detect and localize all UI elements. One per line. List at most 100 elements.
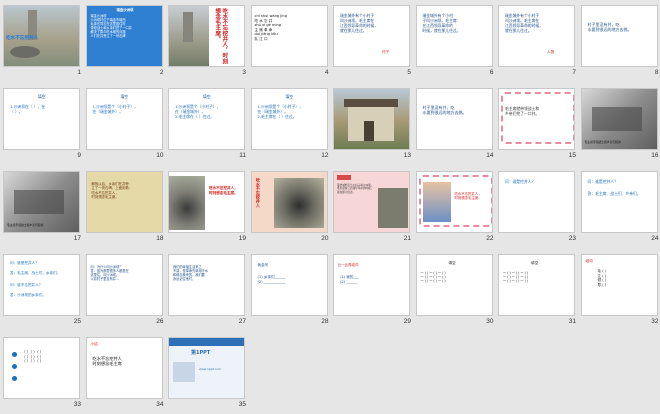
slide-thumbnail[interactable]: 填空 1.沙洲坝是个（小村子）， 在（瑞金城外）。 2.毛主席在（ ）住过。: [168, 88, 245, 150]
well: [10, 46, 40, 58]
slide-thumbnail[interactable]: [333, 88, 410, 150]
slide-text: 瑞金城外有个小村子 叫沙洲坝。毛主席在 江西领导革命的时候， 就在那儿住过。: [340, 13, 378, 33]
slide-thumbnail-cell[interactable]: 瑞金沙洲坝 瑞金沙洲坝 沙洲坝村位于瑞金市城西 毛泽东同志在这里居住时 带领战士和…: [83, 2, 165, 82]
slide-thumbnail-cell[interactable]: 解放以后，乡亲们在井旁 立了一块石碑，上面刻着： 吃水不忘挖井人， 时刻想念毛主…: [83, 168, 165, 248]
slide-thumbnail-cell[interactable]: 填空 1.沙洲坝是个（小村子）， 在（瑞金城外）。 2.毛主席在（ ）住过。 11: [165, 85, 247, 165]
slide-thumbnail[interactable]: 填空 1.沙洲坝是个（小村子）， 在（瑞金城外）。: [85, 88, 163, 150]
slide-thumbnail-cell[interactable]: 问：谁是挖井人？ 答：毛主席、战士们、乡亲们。 24: [578, 168, 660, 248]
slide-thumbnail[interactable]: 填空一 ( ) 一 ( ) 一 ( ) 一 ( ) 一 ( ) 一 ( ) 一 …: [415, 254, 493, 316]
slide-thumbnail[interactable]: 我们的幸福生活来之 不易，是革命先辈用汗水 和鲜血换来的，我们要 永远记住他们。: [168, 254, 245, 316]
slide-thumbnail-cell[interactable]: 小结 吃水不忘挖井人 时刻想念毛主席 34: [83, 334, 165, 414]
slide-thumbnail-cell[interactable]: 吃水不忘挖井人 1: [0, 2, 82, 82]
slide-thumbnail[interactable]: 毛主席带领战士和乡亲们挖井: [580, 88, 658, 150]
slide-thumbnail[interactable]: chī shuǐ wàng jǐng 吃 水 忘 井 zhǔ xí gé mìn…: [250, 5, 328, 67]
slide-thumbnail-cell[interactable]: 第1PPT www.1ppt.com 35: [165, 334, 247, 414]
slide-thumbnail-cell[interactable]: 吃水不忘挖井人，时刻想念毛主席。 3: [165, 2, 247, 82]
slide-thumbnail[interactable]: 瑞金沙洲坝 瑞金沙洲坝 沙洲坝村位于瑞金市城西 毛泽东同志在这里居住时 带领战士和…: [85, 5, 163, 67]
slide-thumbnail-cell[interactable]: 毛主席就带领战士和 乡亲们挖了一口井。 15: [495, 85, 577, 165]
slide-text: 一 ( ) 一 ( ) 一 ( ) 一 ( ) 一 ( ) 一 ( ) 一 ( …: [420, 271, 446, 284]
slide-thumbnail[interactable]: 瑞金城外有个小村 子叫沙洲坝。毛主席 在江西领导革命的 时候，就在那儿住过。: [415, 5, 493, 67]
slide-thumbnail[interactable]: 瑞金城外有个小村子 叫沙洲坝。毛主席在 江西领导革命的时候， 就在那儿住过。 村子: [333, 5, 410, 67]
slide-thumbnail[interactable]: 吃水不忘挖井人， 时刻想念毛主席。: [415, 171, 493, 233]
slide-text: 吃水不忘挖井人: [255, 178, 261, 208]
slide-thumbnail-cell[interactable]: chī shuǐ wàng jǐng 吃 水 忘 井 zhǔ xí gé mìn…: [248, 2, 330, 82]
slide-thumbnail[interactable]: 瑞金城外有个小村子 叫沙洲坝。毛主席在 江西领导革命的时候， 就在那儿住过。 人物: [498, 5, 575, 67]
slide-thumbnail-cell[interactable]: 毛主席带领战士和乡亲们挖井 16: [578, 85, 660, 165]
slide-number: 11: [239, 152, 246, 159]
slide-thumbnail-cell[interactable]: 吃水不忘挖井人， 时刻想念毛主席。 19: [165, 168, 247, 248]
slide-thumbnail-cell[interactable]: 瑞金城外有个小村子 叫沙洲坝。毛主席在 江西领导革命的时候， 就在那儿住过。 村子…: [330, 2, 412, 82]
slide-thumbnail[interactable]: 组词毛 ( ) 江 ( ) 领 ( ) 导 ( ): [580, 254, 658, 316]
slide-thumbnail[interactable]: 吃水不忘挖井人，时刻想念毛主席。: [168, 5, 245, 67]
slide-thumbnail[interactable]: 第1PPT www.1ppt.com: [168, 337, 245, 399]
slide-text: 村子里没有井，吃 水要到很远的地方去挑。: [587, 22, 632, 33]
slide-thumbnail-cell[interactable]: 填空一 ( ) 一 ( ) 一 ( ) 一 ( ) 一 ( ) 一 ( ) 一 …: [495, 251, 577, 331]
slide-thumbnail[interactable]: 吃水不忘挖井人: [250, 171, 328, 233]
slide-thumbnail[interactable]: 问：谁是挖井人？ 答：毛主席、战士们、乡亲们。 问：谁不忘挖井人？ 答：沙洲坝的乡亲们…: [3, 254, 80, 316]
slide-number: 8: [654, 69, 659, 76]
slide-thumbnail[interactable]: 问：为什么叫沙洲坝？ 答：因为那里很多人都是在 这里住，叫沙洲坝。 以前村子里没…: [85, 254, 163, 316]
slide-text: 问：谁不忘挖井人？: [10, 283, 43, 287]
slide-thumbnail-cell[interactable]: 村子里没有井，吃 水要到很远的地方去挑。 8: [578, 2, 660, 82]
slide-thumbnail-cell[interactable]: 填空 1.沙洲坝在（ ），在 （ ）。 9: [0, 85, 82, 165]
slide-thumbnail[interactable]: 问：谁是挖井人？: [498, 171, 575, 233]
slide-thumbnail[interactable]: 比一比再组词 (1) 我的___ (2) ______: [333, 254, 410, 316]
slide-thumbnail-cell[interactable]: 比一比再组词 (1) 我的___ (2) ______ 29: [330, 251, 412, 331]
slide-text: 1.沙洲坝是个（小村子）， 在（瑞金城外）。 2.毛主席在（ ）住过。: [257, 104, 303, 119]
slide-thumbnail[interactable]: 解放以后，乡亲们在井旁 立了一块石碑，上面刻着： 吃水不忘挖井人， 时刻想念毛主…: [85, 171, 163, 233]
slide-thumbnail-cell[interactable]: 问：谁是挖井人？ 23: [495, 168, 577, 248]
slide-thumbnail[interactable]: （ ）（ ）（ ） （ ）（ ）（ ） （ ）（ ）（ ）: [3, 337, 80, 399]
slide-number: 4: [324, 69, 329, 76]
slide-thumbnail-cell[interactable]: 瑞金城外有个小村子叫沙洲坝。 毛主席在江西领导革命的时候， 就在那儿住过。 21: [330, 168, 412, 248]
stone-tablet: [183, 12, 193, 42]
slide-thumbnail-cell[interactable]: 13: [330, 85, 412, 165]
slide-thumbnail-cell[interactable]: 填空 1.沙洲坝是个（小村子）， 在（瑞金城外）。 2.毛主席在（ ）住过。 12: [248, 85, 330, 165]
slide-thumbnail[interactable]: 小结 吃水不忘挖井人 时刻想念毛主席: [85, 337, 163, 399]
slide-text: 问：谁是挖井人？: [505, 179, 536, 184]
slide-thumbnail[interactable]: 吃水不忘挖井人， 时刻想念毛主席。: [168, 171, 245, 233]
slide-thumbnail[interactable]: 村子里没有井，吃 水要到很远的地方去挑。: [580, 5, 658, 67]
slide-thumbnail-cell[interactable]: 填空一 ( ) 一 ( ) 一 ( ) 一 ( ) 一 ( ) 一 ( ) 一 …: [413, 251, 495, 331]
bullet-icon: [12, 376, 17, 381]
slide-thumbnail[interactable]: 村子里没有井，吃 水要到很远的地方去挑。: [415, 88, 493, 150]
slide-text: 第1PPT: [191, 350, 211, 356]
slide-thumbnail-cell[interactable]: 我们的幸福生活来之 不易，是革命先辈用汗水 和鲜血换来的，我们要 永远记住他们。…: [165, 251, 247, 331]
slide-text: 村子里没有井，吃 水要到很远的地方去挑。: [422, 105, 467, 116]
slide-text: 吃水不忘挖井人， 时刻想念毛主席。: [209, 186, 238, 195]
bullet-icon: [12, 364, 17, 369]
slide-text: 瑞金城外有个小村 子叫沙洲坝。毛主席 在江西领导革命的 时候，就在那儿住过。: [422, 13, 461, 33]
tag: [337, 175, 351, 180]
kids-image: [422, 182, 451, 222]
slide-thumbnail[interactable]: 我会写 (1) 乡亲们______ (2) ____________: [250, 254, 328, 316]
slide-number: 12: [321, 152, 329, 159]
banner: [169, 338, 244, 346]
slide-thumbnail-cell[interactable]: 我会写 (1) 乡亲们______ (2) ____________ 28: [248, 251, 330, 331]
slide-thumbnail[interactable]: 瑞金城外有个小村子叫沙洲坝。 毛主席在江西领导革命的时候， 就在那儿住过。: [333, 171, 410, 233]
slide-text: 填空: [120, 94, 129, 99]
slide-thumbnail-cell[interactable]: 村子里没有井，吃 水要到很远的地方去挑。 14: [413, 85, 495, 165]
slide-thumbnail-cell[interactable]: 问：为什么叫沙洲坝？ 答：因为那里很多人都是在 这里住，叫沙洲坝。 以前村子里没…: [83, 251, 165, 331]
slide-text: 我们的幸福生活来之 不易，是革命先辈用汗水 和鲜血换来的，我们要 永远记住他们。: [173, 265, 209, 282]
slide-thumbnail[interactable]: 填空 1.沙洲坝在（ ），在 （ ）。: [3, 88, 80, 150]
slide-thumbnail-cell[interactable]: 吃水不忘挖井人， 时刻想念毛主席。 22: [413, 168, 495, 248]
slide-thumbnail[interactable]: 填空 1.沙洲坝是个（小村子）， 在（瑞金城外）。 2.毛主席在（ ）住过。: [250, 88, 328, 150]
slide-thumbnail[interactable]: 填空一 ( ) 一 ( ) 一 ( ) 一 ( ) 一 ( ) 一 ( ) 一 …: [498, 254, 575, 316]
slide-thumbnail-cell[interactable]: 问：谁是挖井人？ 答：毛主席、战士们、乡亲们。 问：谁不忘挖井人？ 答：沙洲坝的乡亲们…: [0, 251, 82, 331]
slide-thumbnail[interactable]: 问：谁是挖井人？ 答：毛主席、战士们、乡亲们。: [580, 171, 658, 233]
slide-text: 吃水不忘挖井人: [6, 36, 39, 41]
slide-thumbnail-cell[interactable]: 瑞金城外有个小村 子叫沙洲坝。毛主席 在江西领导革命的 时候，就在那儿住过。 6: [413, 2, 495, 82]
slide-thumbnail-cell[interactable]: 瑞金城外有个小村子 叫沙洲坝。毛主席在 江西领导革命的时候， 就在那儿住过。 人物…: [495, 2, 577, 82]
slide-thumbnail-cell[interactable]: 吃水不忘挖井人 20: [248, 168, 330, 248]
slide-thumbnail-cell[interactable]: 组词毛 ( ) 江 ( ) 领 ( ) 导 ( ) 32: [578, 251, 660, 331]
slide-thumbnail-cell[interactable]: 填空 1.沙洲坝是个（小村子）， 在（瑞金城外）。 10: [83, 85, 165, 165]
slide-thumbnail[interactable]: 毛主席带领战士和乡亲们挖井: [3, 171, 80, 233]
slide-number: 1: [77, 69, 81, 76]
slide-thumbnail-cell[interactable]: （ ）（ ）（ ） （ ）（ ）（ ） （ ）（ ）（ ） 33: [0, 334, 82, 414]
slide-text: (1) 我的___ (2) ______: [340, 275, 359, 284]
slide-number: 25: [73, 318, 81, 325]
slide-text: 瑞金城外有个小村子 叫沙洲坝。毛主席在 江西领导革命的时候， 就在那儿住过。: [505, 13, 543, 33]
slide-thumbnail[interactable]: 吃水不忘挖井人: [3, 5, 80, 67]
slide-thumbnail[interactable]: 毛主席就带领战士和 乡亲们挖了一口井。: [498, 88, 575, 150]
slide-thumbnail-cell[interactable]: 毛主席带领战士和乡亲们挖井 17: [0, 168, 82, 248]
slide-text: 组词: [585, 259, 593, 263]
